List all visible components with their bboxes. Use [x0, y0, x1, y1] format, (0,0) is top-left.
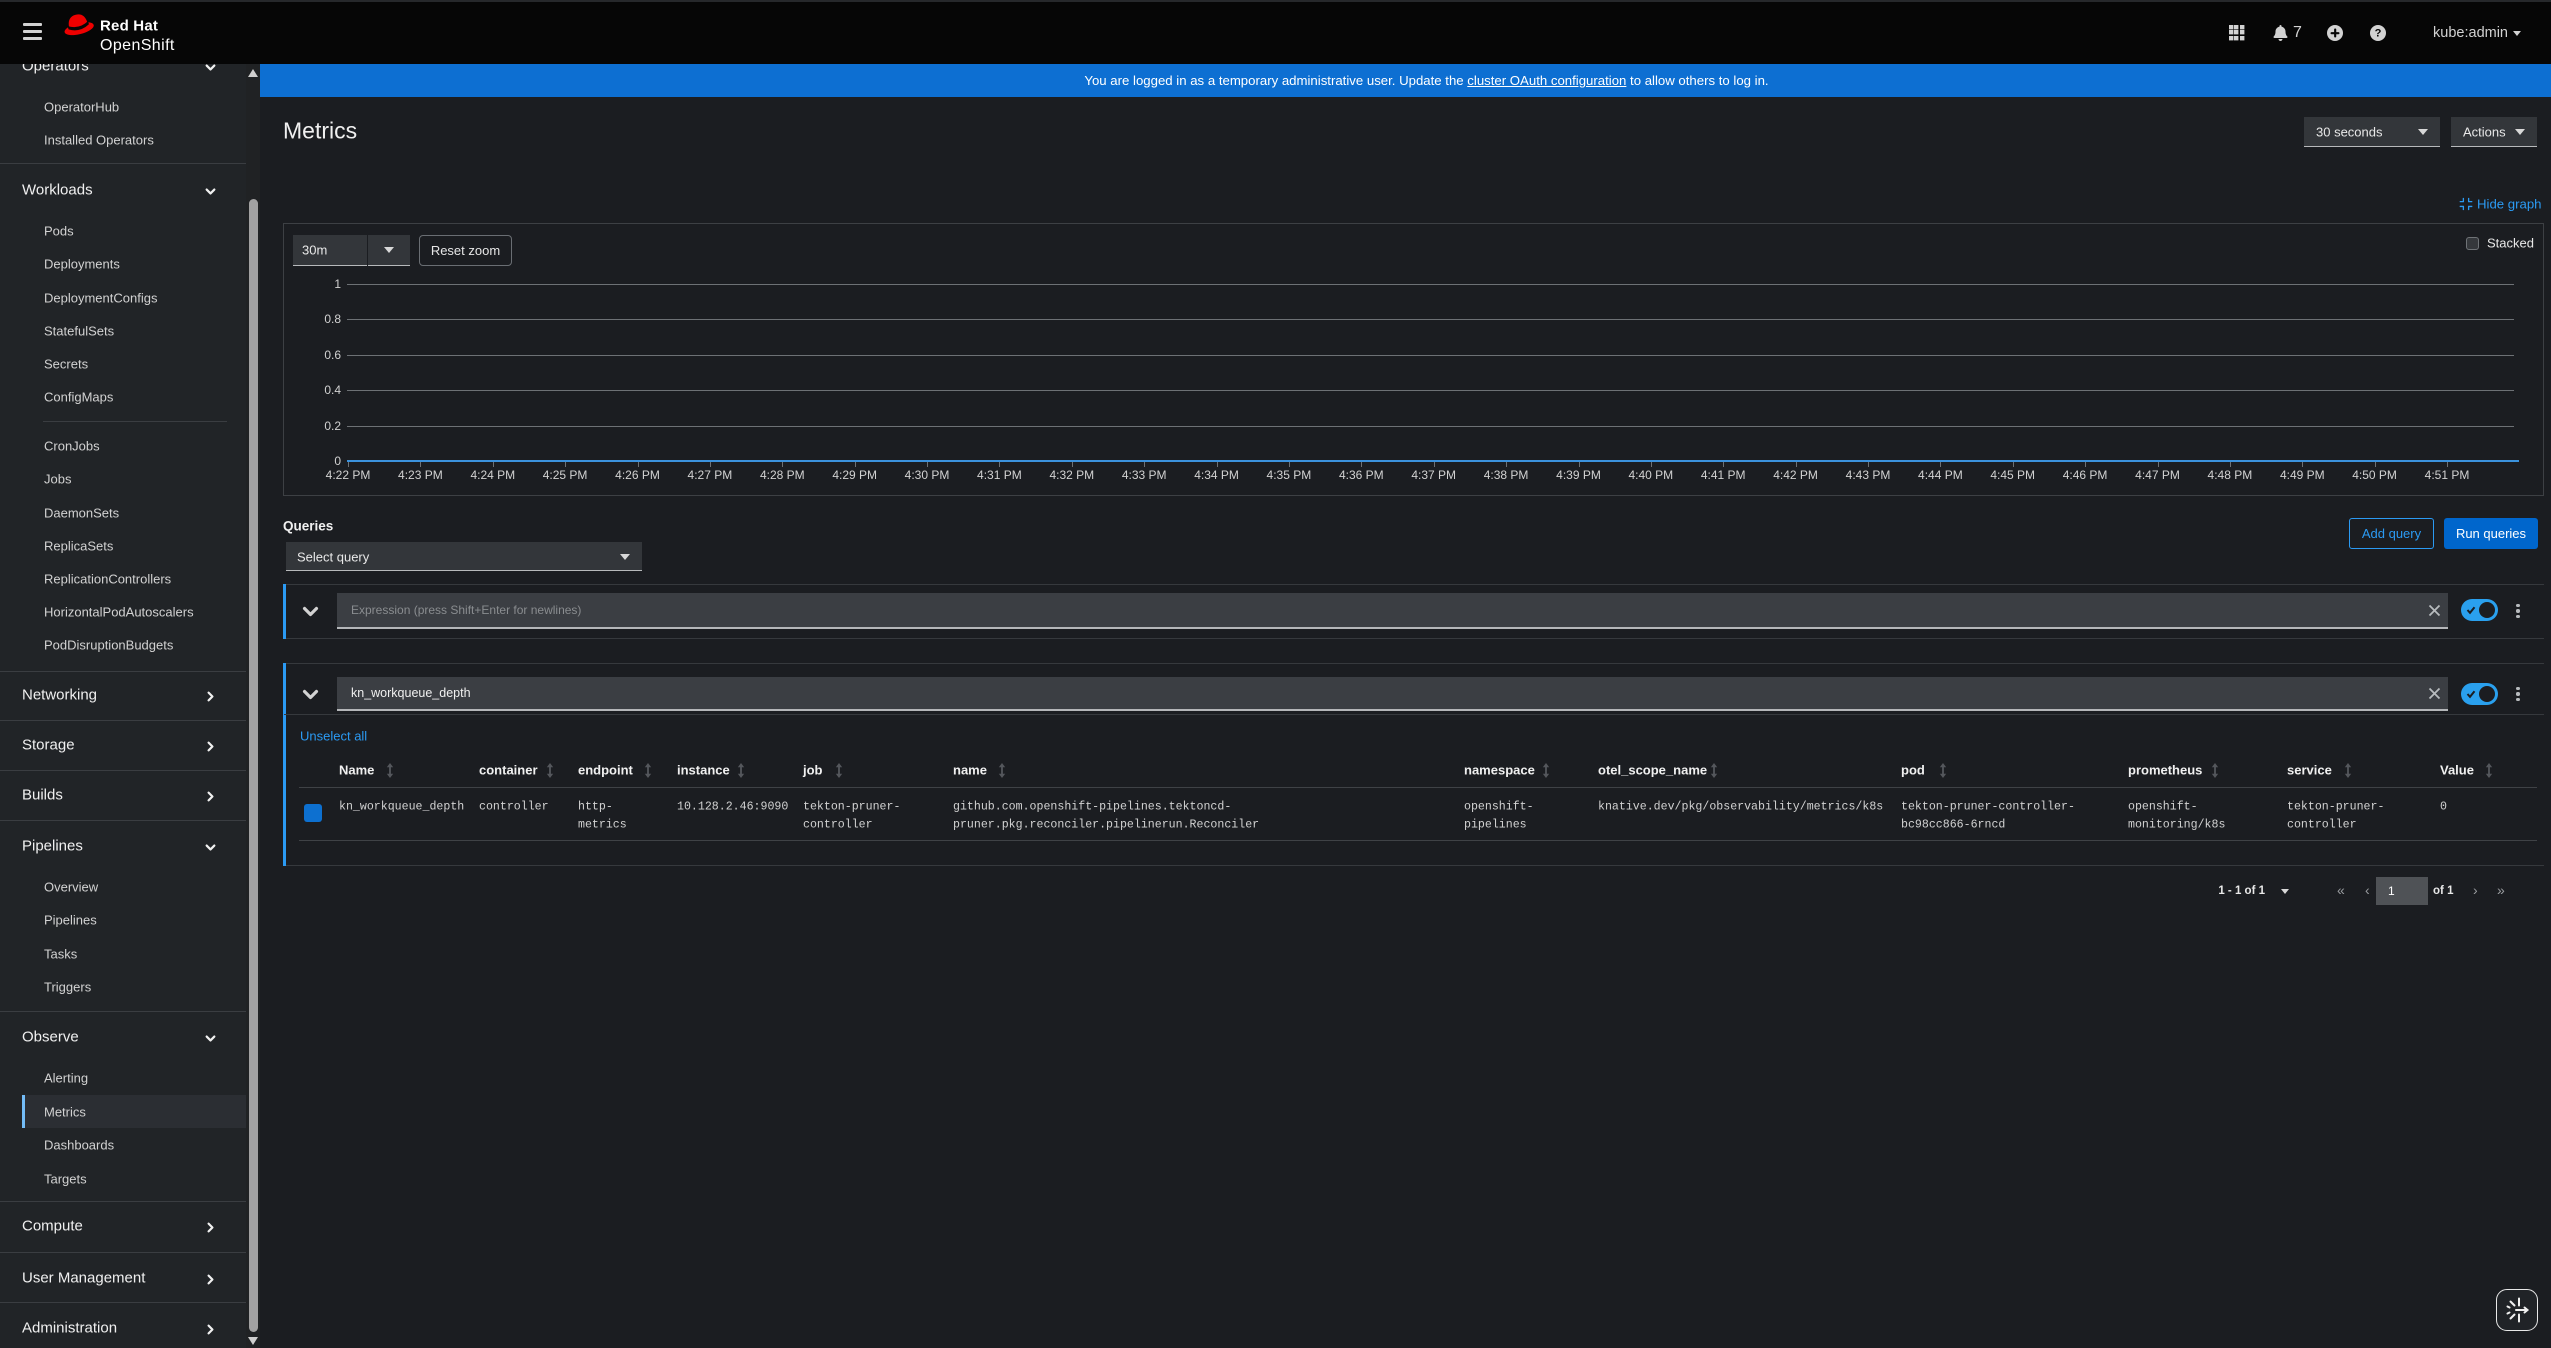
svg-text:?: ?	[2375, 28, 2382, 40]
